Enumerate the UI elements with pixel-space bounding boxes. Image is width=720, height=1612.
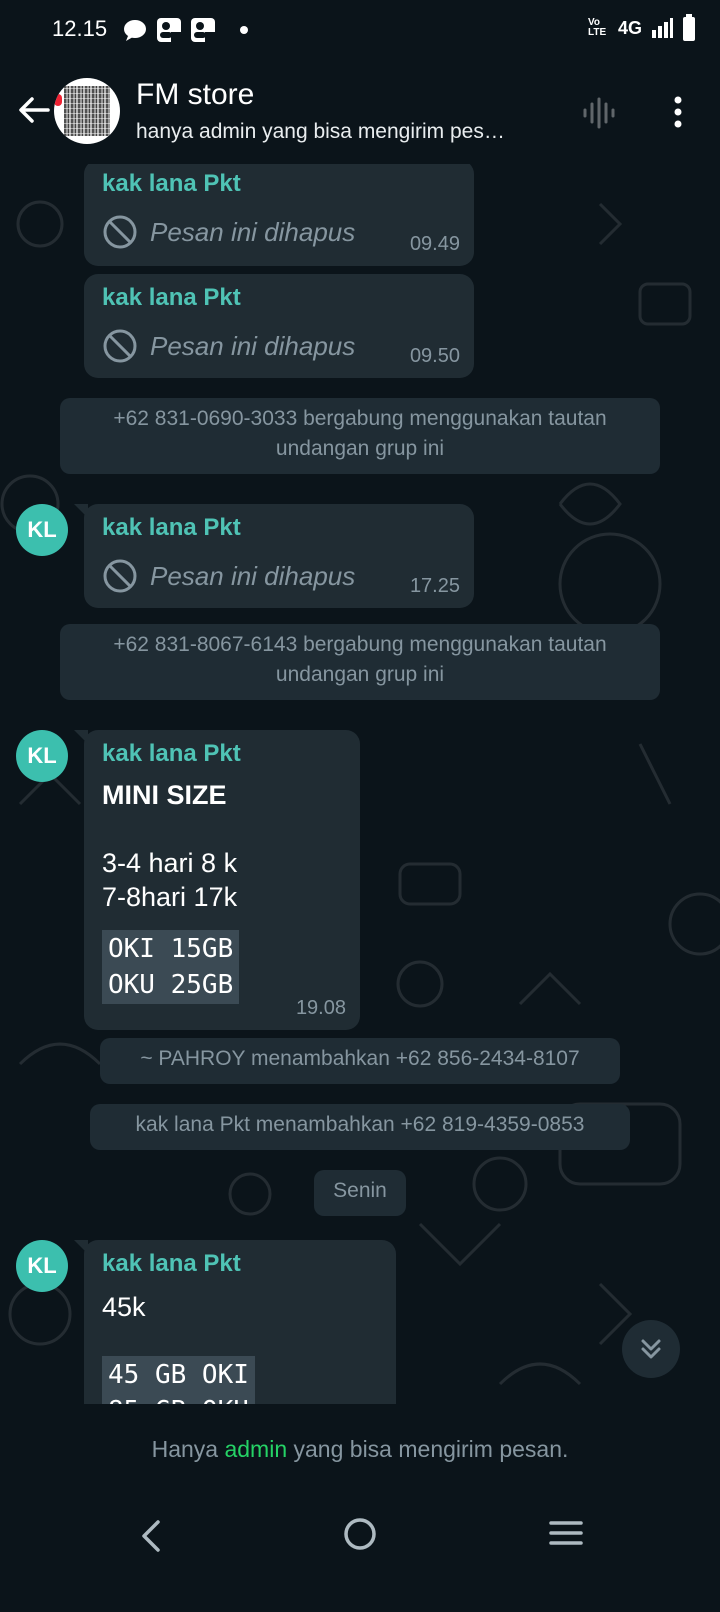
more-vert-icon[interactable] — [664, 94, 692, 130]
message-title: MINI SIZE — [102, 780, 227, 810]
network-label: 4G — [617, 17, 642, 38]
message-time: 17.25 — [409, 575, 460, 597]
system-message: +62 831-0690-3033 bergabung menggunakan … — [60, 398, 660, 474]
status-right: Vo LTE 4G — [588, 14, 696, 42]
group-title[interactable]: FM store — [136, 78, 254, 112]
system-message: ~ PAHROY menambahkan +62 856-2434-8107 — [100, 1038, 620, 1084]
scroll-down-icon — [641, 1339, 661, 1359]
nav-home-icon[interactable] — [342, 1516, 378, 1552]
deleted-icon — [103, 559, 137, 593]
message-time: 09.50 — [409, 345, 460, 367]
signal-icon — [652, 18, 673, 38]
system-message: +62 831-8067-6143 bergabung menggunakan … — [60, 624, 660, 700]
message-time: 09.49 — [409, 233, 460, 255]
group-subtitle[interactable]: hanya admin yang bisa mengirim pes… — [136, 120, 505, 144]
admin-link[interactable]: admin — [224, 1436, 287, 1462]
fb-badge-icon-2 — [191, 18, 215, 42]
message-line: 45k — [102, 1292, 146, 1322]
date-divider: Senin — [314, 1170, 406, 1216]
message-bubble[interactable]: kak lana Pkt Pesan ini dihapus 09.50 — [84, 274, 474, 378]
monospace-line: OKI 15GB — [102, 930, 240, 968]
notice-text-before: Hanya — [151, 1436, 225, 1462]
deleted-icon — [103, 329, 137, 363]
notice-text-after: yang bisa mengirim pesan. — [287, 1436, 569, 1462]
status-bar: 12.15 Vo LTE 4G — [0, 0, 720, 60]
avatar[interactable]: KL — [16, 1240, 68, 1292]
deleted-message: Pesan ini dihapus — [102, 558, 355, 594]
message-line: 3-4 hari 8 k — [102, 848, 238, 878]
message-bubble[interactable]: kak lana Pkt Pesan ini dihapus 17.25 — [74, 504, 474, 608]
monospace-line: OKU 25GB — [102, 966, 240, 1004]
message-bubble[interactable]: kak lana Pkt MINI SIZE 3-4 hari 8 k 7-8h… — [74, 730, 360, 1030]
voice-wave-icon[interactable] — [582, 96, 616, 130]
notification-icons — [122, 16, 254, 44]
deleted-icon — [103, 215, 137, 249]
nav-recents-icon[interactable] — [548, 1518, 584, 1548]
monospace-line: 45 GB OKI — [102, 1356, 255, 1394]
dot-icon — [240, 26, 248, 34]
status-time: 12.15 — [52, 16, 108, 41]
nav-back-icon[interactable] — [134, 1516, 168, 1556]
deleted-text: Pesan ini dihapus — [150, 560, 356, 591]
message-line: 7-8hari 17k — [102, 882, 238, 912]
sender-name: kak lana Pkt — [102, 514, 241, 541]
message-time: 19.08 — [295, 997, 346, 1019]
back-arrow-icon[interactable] — [14, 90, 54, 130]
avatar[interactable]: KL — [16, 504, 68, 556]
deleted-text: Pesan ini dihapus — [150, 216, 356, 247]
admin-only-notice: Hanya admin yang bisa mengirim pesan. — [0, 1404, 720, 1494]
chat-area[interactable]: kak lana Pkt Pesan ini dihapus 09.49 kak… — [0, 164, 720, 1444]
volte-label: Vo LTE — [587, 17, 607, 38]
deleted-message: Pesan ini dihapus — [102, 214, 355, 250]
message-bubble[interactable]: kak lana Pkt Pesan ini dihapus 09.49 — [84, 164, 474, 266]
group-avatar[interactable] — [54, 78, 120, 144]
sender-name: kak lana Pkt — [102, 284, 241, 311]
chat-bubble-icon — [124, 20, 146, 41]
fb-badge-icon — [157, 18, 181, 42]
battery-icon — [683, 14, 695, 41]
avatar[interactable]: KL — [16, 730, 68, 782]
deleted-message: Pesan ini dihapus — [102, 328, 355, 364]
system-message: kak lana Pkt menambahkan +62 819-4359-08… — [90, 1104, 630, 1150]
sender-name: kak lana Pkt — [102, 1250, 241, 1277]
chat-header: FM store hanya admin yang bisa mengirim … — [0, 60, 720, 164]
sender-name: kak lana Pkt — [102, 740, 241, 767]
sender-name: kak lana Pkt — [102, 170, 241, 197]
deleted-text: Pesan ini dihapus — [150, 330, 356, 361]
system-nav-bar — [0, 1494, 720, 1612]
scroll-down-button[interactable] — [622, 1320, 680, 1378]
